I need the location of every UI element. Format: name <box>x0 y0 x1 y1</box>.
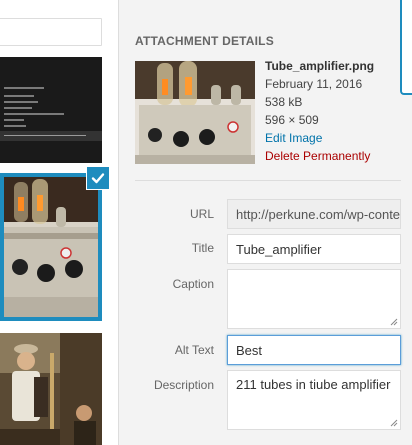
edit-image-link[interactable]: Edit Image <box>265 129 374 147</box>
upload-date: February 11, 2016 <box>265 77 363 91</box>
media-thumbnail-street-musicians[interactable] <box>0 333 102 445</box>
url-field[interactable]: http://perkune.com/wp-content/uploads/20… <box>227 199 401 229</box>
attachment-details-heading: ATTACHMENT DETAILS <box>135 34 274 48</box>
thumb-text-line <box>4 101 38 103</box>
resize-handle-icon[interactable] <box>390 419 398 427</box>
description-label: Description <box>153 378 214 392</box>
selected-check-badge[interactable] <box>86 166 110 190</box>
title-label: Title <box>191 241 214 255</box>
attachment-meta: Tube_amplifier.png February 11, 2016 538… <box>265 57 374 165</box>
thumb-bottom-bar <box>0 131 102 141</box>
thumb-text-line <box>4 87 44 89</box>
thumb-text-line <box>4 125 26 127</box>
media-search-input[interactable] <box>0 18 102 46</box>
attachment-details-sidebar: ATTACHMENT DETAILS Tube_amplifier.png Fe… <box>118 0 412 445</box>
url-label: URL <box>189 207 214 221</box>
thumb-text-line <box>4 135 86 136</box>
file-size: 538 kB <box>265 95 303 109</box>
media-grid <box>0 0 118 445</box>
thumb-text-line <box>4 95 34 97</box>
attachment-preview-thumbnail <box>135 61 255 164</box>
thumb-text-line <box>4 107 32 109</box>
media-thumbnail-screenshot[interactable] <box>0 57 102 163</box>
title-field[interactable]: Tube_amplifier <box>227 234 401 264</box>
thumb-text-line <box>4 113 64 115</box>
thumb-text-line <box>4 119 24 121</box>
tube-amplifier-preview-image <box>135 61 255 164</box>
image-dimensions: 596 × 509 <box>265 113 319 127</box>
description-textarea[interactable]: 211 tubes in tiube amplifier <box>227 370 401 430</box>
tube-amplifier-image <box>4 177 98 317</box>
delete-permanently-link[interactable]: Delete Permanently <box>265 147 374 165</box>
details-divider <box>135 180 401 181</box>
description-value: 211 tubes in tiube amplifier <box>236 377 391 392</box>
check-icon <box>91 173 105 184</box>
alt-text-label: Alt Text <box>174 343 214 357</box>
alt-text-field[interactable]: Best <box>227 335 401 365</box>
file-name: Tube_amplifier.png <box>265 59 375 73</box>
street-musicians-image <box>0 333 102 445</box>
resize-handle-icon[interactable] <box>390 318 398 326</box>
caption-textarea[interactable] <box>227 269 401 329</box>
media-thumbnail-tube-amplifier-selected[interactable] <box>0 173 102 321</box>
adjacent-panel-edge <box>400 0 412 95</box>
caption-label: Caption <box>172 277 214 291</box>
